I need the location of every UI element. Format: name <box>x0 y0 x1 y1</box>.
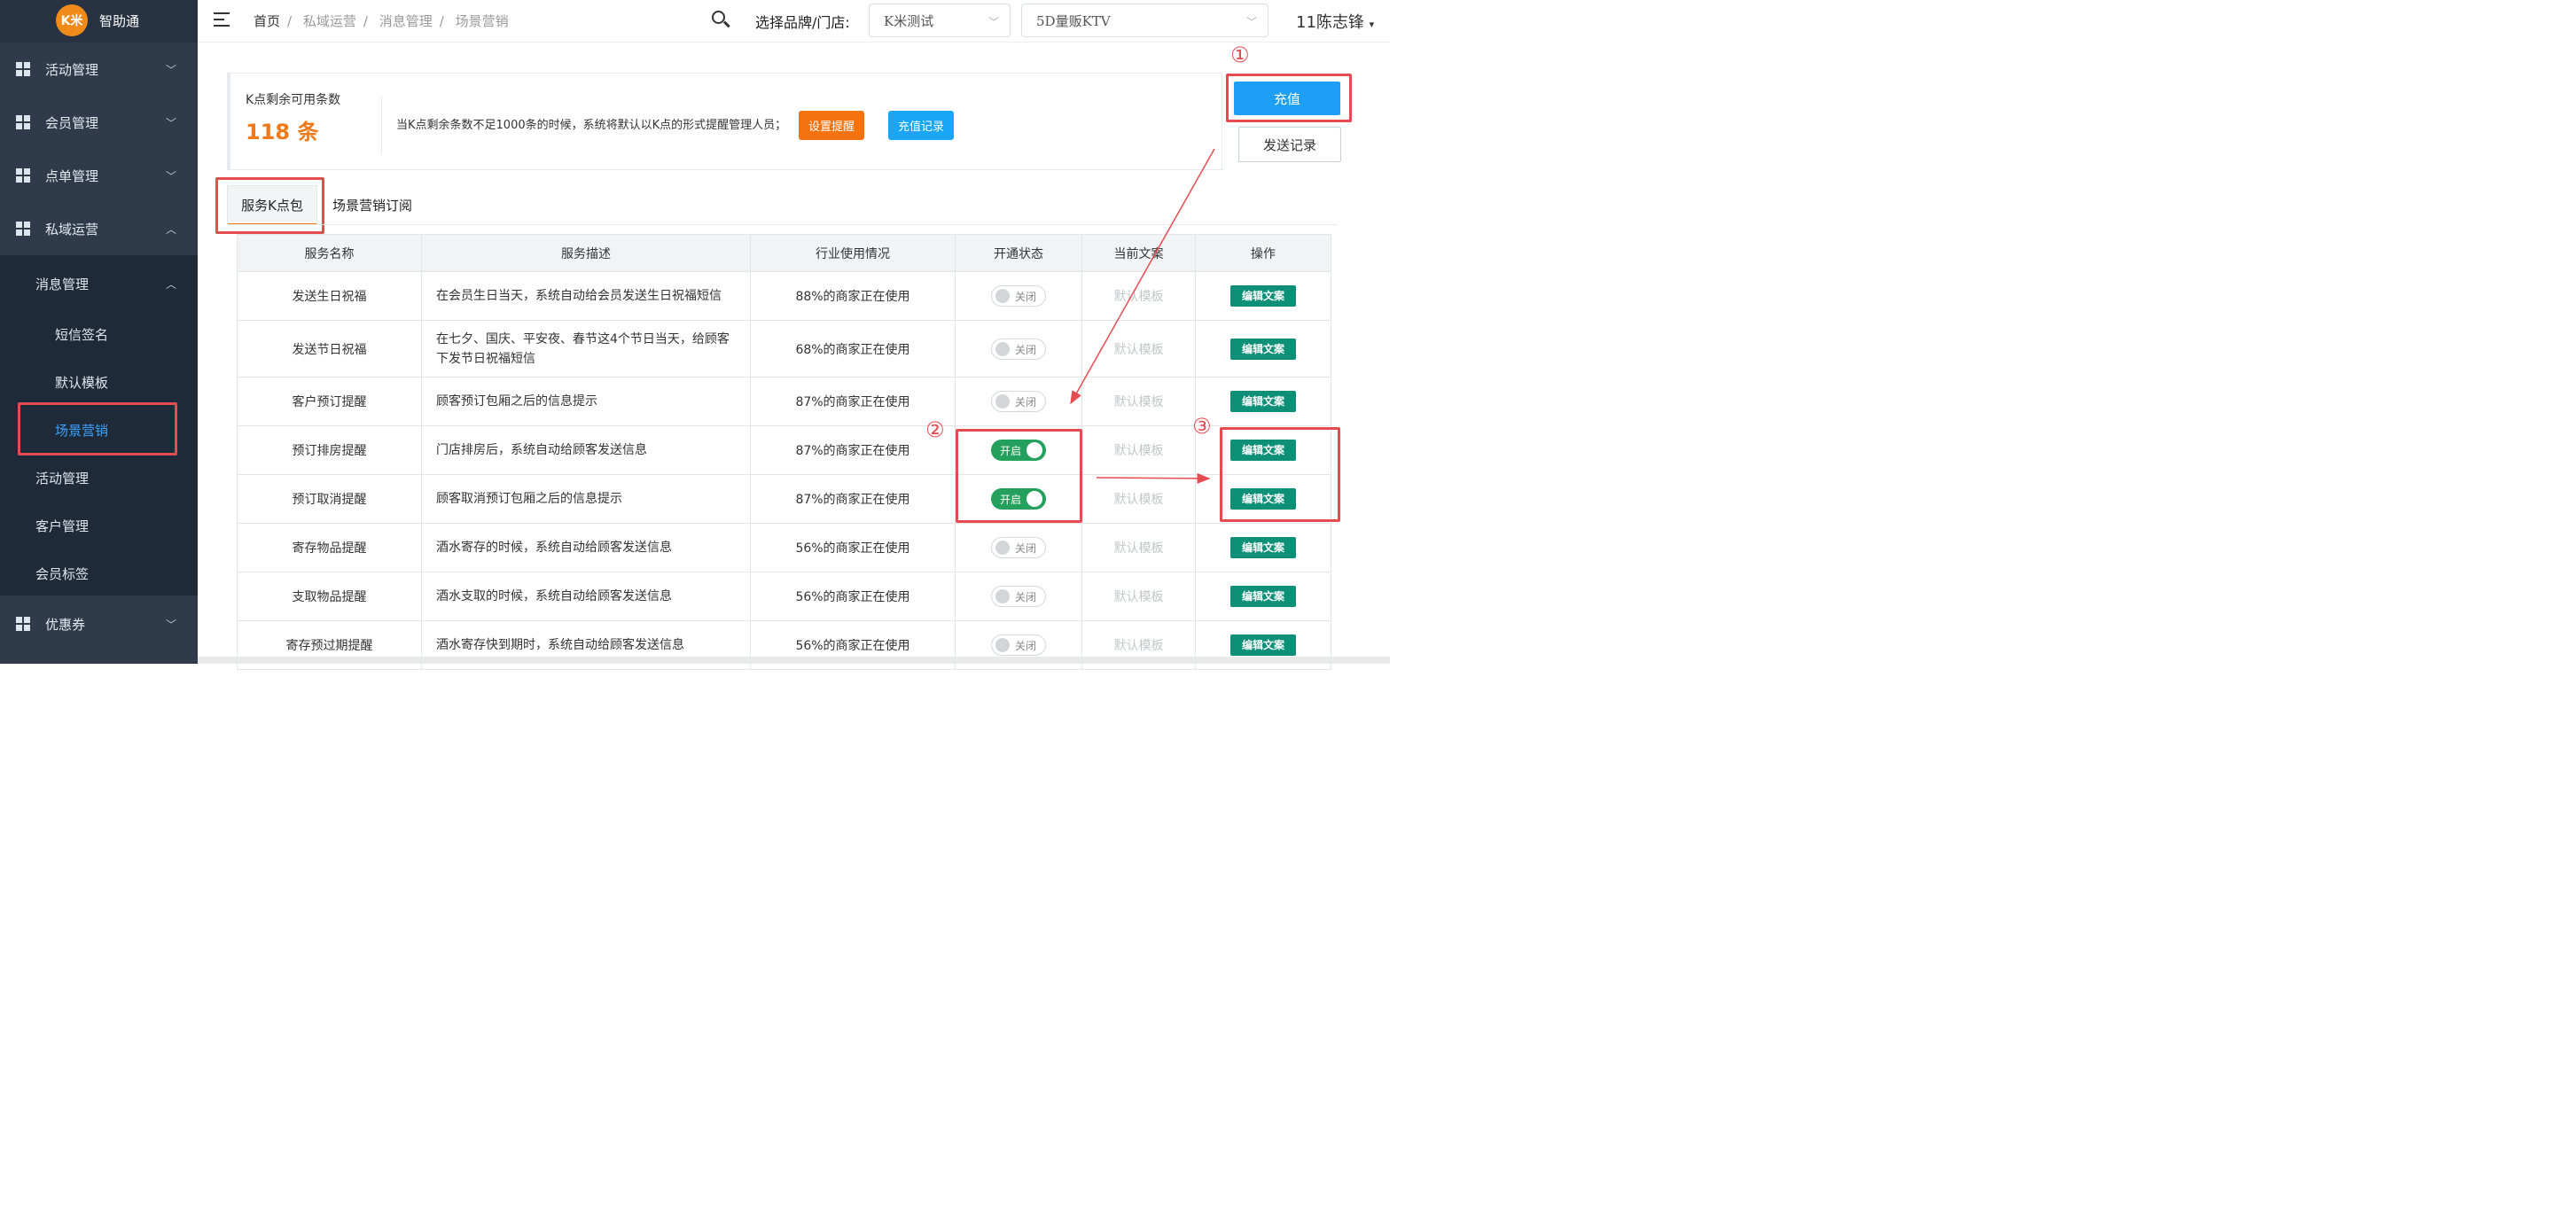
annotation-arrows <box>1070 148 1215 484</box>
arrow-to-status <box>1070 148 1215 405</box>
arrow-to-edit <box>1096 472 1211 484</box>
